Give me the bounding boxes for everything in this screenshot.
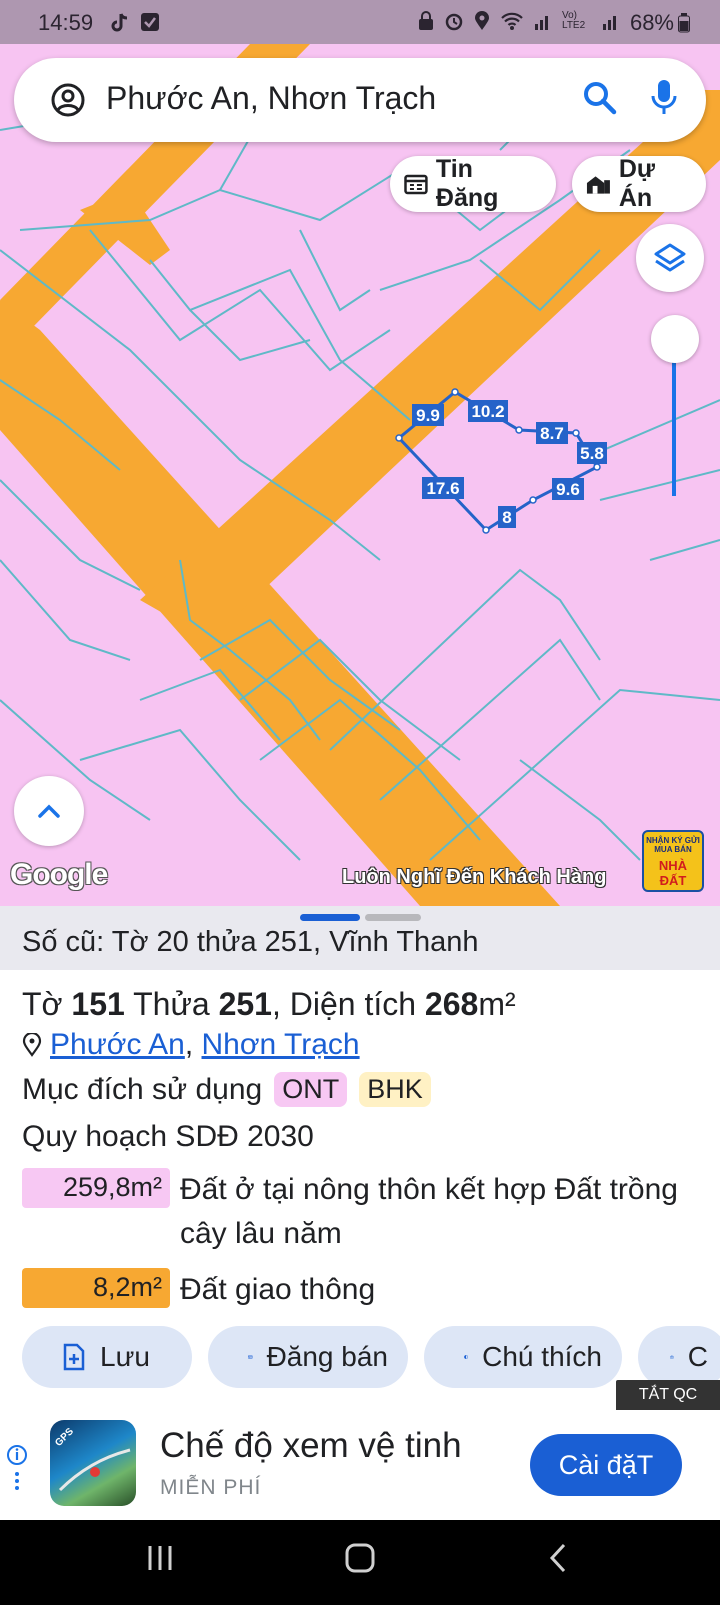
- lock-icon: [419, 11, 433, 30]
- legend-button[interactable]: Chú thích: [424, 1326, 622, 1388]
- edge-label-7: 17.6: [426, 479, 459, 498]
- edge-label-4: 5.8: [580, 444, 604, 463]
- account-icon[interactable]: [50, 82, 86, 118]
- parcel-location: Phước An, Nhơn Trạch: [22, 1028, 360, 1062]
- post-sale-button-label: Đăng bán: [266, 1341, 388, 1372]
- save-button[interactable]: Lưu: [22, 1326, 192, 1388]
- search-icon[interactable]: [582, 80, 618, 116]
- camera-button[interactable]: C: [638, 1326, 720, 1388]
- close-ad-button[interactable]: TẮT QC: [616, 1380, 720, 1410]
- app-icon[interactable]: GPS: [50, 1420, 136, 1506]
- listings-chip-label: Tin Đăng: [435, 155, 499, 212]
- plan-area-value: 259,8m²: [22, 1168, 170, 1208]
- legend-button-label: Chú thích: [482, 1341, 602, 1372]
- buildings-icon: [586, 176, 610, 194]
- back-icon[interactable]: [546, 1542, 570, 1574]
- ad-subtitle: MIỄN PHÍ: [160, 1476, 262, 1499]
- location-icon: [475, 11, 489, 30]
- ad-info-icon[interactable]: [6, 1444, 28, 1492]
- old-parcel-id: Số cũ: Tờ 20 thửa 251, Vĩnh Thanh: [0, 906, 720, 970]
- contrast-icon: [464, 1355, 469, 1359]
- bookmark-add-icon: [63, 1343, 85, 1371]
- save-button-label: Lưu: [100, 1341, 150, 1372]
- signal-icon-2: [603, 16, 616, 30]
- watermark-text: Luôn Nghĩ Đến Khách Hàng: [342, 866, 607, 888]
- sheet-number: 151: [71, 986, 125, 1022]
- plan-title: Quy hoạch SDĐ 2030: [22, 1120, 314, 1153]
- alarm-icon: [445, 13, 463, 31]
- signal-icon: [535, 16, 548, 30]
- microphone-icon[interactable]: [650, 78, 678, 118]
- edge-label-1: 9.9: [416, 406, 440, 425]
- status-time: 14:59: [38, 10, 94, 35]
- purpose-label: Mục đích sử dụng: [22, 1072, 263, 1106]
- listing-icon: [248, 1355, 253, 1359]
- plan-area-description: Đất ở tại nông thôn kết hợp Đất trồng câ…: [180, 1173, 678, 1250]
- plan-area-description: Đất giao thông: [180, 1273, 376, 1306]
- tiktok-icon: [111, 13, 128, 32]
- layers-button[interactable]: [636, 224, 704, 292]
- sheet-handle-active[interactable]: [300, 914, 360, 921]
- opacity-slider-handle[interactable]: [651, 315, 699, 363]
- edge-label-3: 8.7: [540, 424, 564, 443]
- network-label: Vo) LTE2: [562, 10, 586, 31]
- land-use-purpose: Mục đích sử dụng ONT BHK: [22, 1072, 431, 1107]
- sheet-handle[interactable]: [365, 914, 421, 921]
- edge-label-5: 9.6: [556, 480, 580, 499]
- battery-level: 68%: [629, 10, 674, 35]
- area-value: 268: [424, 986, 479, 1022]
- real-estate-logo: NHẬN KÝ GỬI MUA BÁN NHÀ ĐẤT: [642, 830, 704, 892]
- google-attribution: Google: [10, 858, 108, 891]
- camera-button-label: C: [687, 1341, 708, 1372]
- lot-number: 251: [218, 986, 272, 1022]
- status-bar: 14:59 Vo) LTE2 68%: [0, 0, 720, 44]
- post-sale-button[interactable]: Đăng bán: [208, 1326, 408, 1388]
- install-button[interactable]: Cài đặT: [530, 1434, 682, 1496]
- expand-up-button[interactable]: [14, 776, 84, 846]
- layers-icon: [654, 243, 686, 272]
- road-main-diagonal: [0, 300, 560, 906]
- projects-chip-label: Dự Án: [618, 155, 656, 212]
- search-input[interactable]: Phước An, Nhơn Trạch: [106, 80, 436, 117]
- parcel-info-sheet: Số cũ: Tờ 20 thửa 251, Vĩnh Thanh Tờ 151…: [0, 906, 720, 1410]
- recent-apps-icon[interactable]: [144, 1542, 176, 1574]
- battery-icon: [678, 13, 690, 33]
- plan-area-row: 8,2m² Đất giao thông: [22, 1268, 708, 1312]
- action-row: Lưu Đăng bán Chú thích C: [22, 1326, 720, 1388]
- plan-area-row: 259,8m² Đất ở tại nông thôn kết hợp Đất …: [22, 1168, 708, 1256]
- parcel-summary: Tờ 151 Thửa 251, Diện tích 268m²: [22, 986, 516, 1022]
- camera-icon: [670, 1355, 674, 1359]
- ad-banner[interactable]: GPS Chế độ xem vệ tinh MIỄN PHÍ Cài đặT: [0, 1410, 720, 1520]
- map-pin-icon: [58, 1448, 131, 1492]
- purpose-tag-ont: ONT: [274, 1072, 348, 1107]
- wifi-icon: [501, 12, 523, 30]
- chevron-up-icon: [38, 804, 60, 818]
- purpose-tag-bhk: BHK: [359, 1072, 431, 1107]
- projects-chip[interactable]: Dự Án: [572, 155, 706, 212]
- system-nav-bar: [0, 1520, 720, 1605]
- checkbox-notification-icon: [141, 13, 159, 31]
- edge-label-2: 10.2: [471, 402, 504, 421]
- search-bar[interactable]: Phước An, Nhơn Trạch: [14, 58, 706, 142]
- edge-label-6: 8: [502, 508, 511, 527]
- ward-link[interactable]: Phước An: [50, 1028, 185, 1061]
- district-link[interactable]: Nhơn Trạch: [202, 1028, 360, 1061]
- listings-chip[interactable]: Tin Đăng: [390, 155, 556, 212]
- home-icon[interactable]: [344, 1542, 376, 1574]
- calendar-icon: [404, 174, 428, 195]
- location-pin-icon: [22, 1033, 42, 1057]
- opacity-slider-track[interactable]: [672, 340, 676, 496]
- ad-title: Chế độ xem vệ tinh: [160, 1426, 462, 1465]
- plan-area-value: 8,2m²: [22, 1268, 170, 1308]
